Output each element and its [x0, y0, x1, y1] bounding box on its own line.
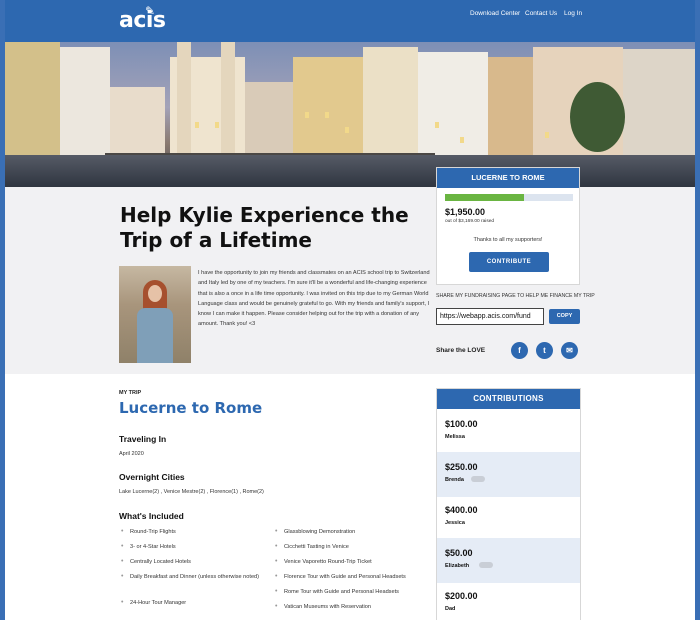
- window-light: [545, 132, 549, 138]
- building: [110, 87, 165, 157]
- contribution-amount: $250.00: [445, 462, 478, 472]
- logo-swoosh-icon: ✎: [145, 4, 155, 18]
- bullet-icon: •: [275, 588, 278, 595]
- redacted-surname: [479, 562, 493, 568]
- student-bio: I have the opportunity to join my friend…: [198, 270, 430, 328]
- included-item: Round-Trip Flights: [130, 529, 176, 535]
- goal-text: out of $3,169.00 raised: [445, 219, 495, 224]
- included-item: 3- or 4-Star Hotels: [130, 544, 176, 550]
- building: [623, 49, 695, 157]
- window-light: [195, 122, 199, 128]
- progress-fill: [445, 194, 525, 201]
- included-item: 24-Hour Tour Manager: [130, 600, 187, 606]
- building: [363, 47, 418, 157]
- tree: [570, 82, 625, 152]
- contribution-row: $250.00 Brenda: [437, 452, 580, 497]
- photo-jacket: [137, 308, 173, 363]
- contributor-name: Melissa: [445, 434, 465, 440]
- student-photo: [119, 266, 191, 363]
- overnight-cities-heading: Overnight Cities: [119, 472, 185, 482]
- fundraising-trip-title: LUCERNE TO ROME: [437, 168, 579, 188]
- contribution-row: $200.00 Dad: [437, 581, 580, 620]
- window-light: [325, 112, 329, 118]
- raised-amount: $1,950.00: [445, 207, 486, 217]
- included-item: Daily Breakfast and Dinner (unless other…: [130, 574, 260, 580]
- contribution-row: $400.00 Jessica: [437, 495, 580, 540]
- my-trip-eyebrow: MY TRIP: [119, 390, 142, 396]
- bullet-icon: •: [275, 573, 278, 580]
- included-item: Centrally Located Hotels: [130, 559, 191, 565]
- share-love-label: Share the LOVE: [436, 347, 486, 354]
- contributor-name: Elizabeth: [445, 563, 470, 569]
- hero-image: [5, 42, 695, 187]
- building: [488, 57, 533, 157]
- nav-contact-us[interactable]: Contact Us: [525, 10, 557, 17]
- bullet-icon: •: [121, 558, 124, 565]
- window-light: [345, 127, 349, 133]
- contributions-card: CONTRIBUTIONS $100.00 Melissa $250.00 Br…: [436, 388, 581, 620]
- bullet-icon: •: [121, 543, 124, 550]
- contribution-amount: $200.00: [445, 591, 478, 601]
- window-light: [460, 137, 464, 143]
- thanks-message: Thanks to all my supporters!: [473, 237, 543, 243]
- page-title: Help Kylie Experience the Trip of a Life…: [120, 203, 409, 252]
- top-bar: acis ✎ Download Center Contact Us Log In: [5, 0, 695, 42]
- photo-face: [148, 285, 162, 302]
- river-water: [5, 155, 695, 187]
- included-item: Cicchetti Tasting in Venice: [284, 544, 349, 550]
- included-item: Venice Vaporetto Round-Trip Ticket: [284, 559, 372, 565]
- contribution-amount: $100.00: [445, 419, 478, 429]
- traveling-in-value: April 2020: [119, 451, 144, 457]
- fundraising-card: LUCERNE TO ROME $1,950.00 out of $3,169.…: [436, 167, 580, 285]
- page-frame: acis ✎ Download Center Contact Us Log In: [5, 0, 695, 620]
- bullet-icon: •: [275, 528, 278, 535]
- building: [60, 47, 110, 157]
- logo-text: acis: [119, 8, 166, 33]
- included-item: Rome Tour with Guide and Personal Headse…: [284, 589, 399, 595]
- overnight-cities-value: Lake Lucerne(2) , Venice Mestre(2) , Flo…: [119, 489, 264, 495]
- nav-download-center[interactable]: Download Center: [470, 10, 520, 17]
- bullet-icon: •: [121, 573, 124, 580]
- contribution-row: $50.00 Elizabeth: [437, 538, 580, 583]
- contribution-row: $100.00 Melissa: [437, 409, 580, 454]
- window-light: [435, 122, 439, 128]
- copy-button[interactable]: COPY: [549, 309, 580, 324]
- building: [245, 82, 293, 157]
- building: [418, 52, 488, 157]
- email-icon[interactable]: ✉: [561, 342, 578, 359]
- share-url-input[interactable]: https://webapp.acis.com/fund: [436, 308, 544, 325]
- bullet-icon: •: [121, 528, 124, 535]
- contributor-name: Dad: [445, 606, 456, 612]
- share-caption: SHARE MY FUNDRAISING PAGE TO HELP ME FIN…: [436, 293, 595, 299]
- trip-name: Lucerne to Rome: [119, 399, 263, 417]
- contributor-name: Jessica: [445, 520, 465, 526]
- church-tower: [221, 42, 235, 157]
- included-item: Glassblowing Demonstration: [284, 529, 356, 535]
- contributions-heading: CONTRIBUTIONS: [437, 389, 580, 409]
- bullet-icon: •: [275, 543, 278, 550]
- whats-included-heading: What's Included: [119, 511, 184, 521]
- traveling-in-heading: Traveling In: [119, 434, 167, 444]
- fundraising-progress-bar: [445, 194, 573, 201]
- acis-logo[interactable]: acis ✎: [119, 4, 166, 33]
- church-tower: [177, 42, 191, 157]
- nav-log-in[interactable]: Log In: [564, 10, 582, 17]
- contribution-amount: $400.00: [445, 505, 478, 515]
- redacted-surname: [471, 476, 485, 482]
- twitter-icon[interactable]: t: [536, 342, 553, 359]
- contribution-amount: $50.00: [445, 548, 473, 558]
- bullet-icon: •: [275, 558, 278, 565]
- facebook-icon[interactable]: f: [511, 342, 528, 359]
- contributor-name: Brenda: [445, 477, 464, 483]
- contribute-button[interactable]: CONTRIBUTE: [469, 252, 549, 272]
- bullet-icon: •: [121, 599, 124, 606]
- window-light: [215, 122, 219, 128]
- included-item: Florence Tour with Guide and Personal He…: [284, 574, 406, 580]
- building: [5, 42, 60, 157]
- bullet-icon: •: [275, 603, 278, 610]
- window-light: [305, 112, 309, 118]
- building: [293, 57, 363, 157]
- included-item: Vatican Museums with Reservation: [284, 604, 371, 610]
